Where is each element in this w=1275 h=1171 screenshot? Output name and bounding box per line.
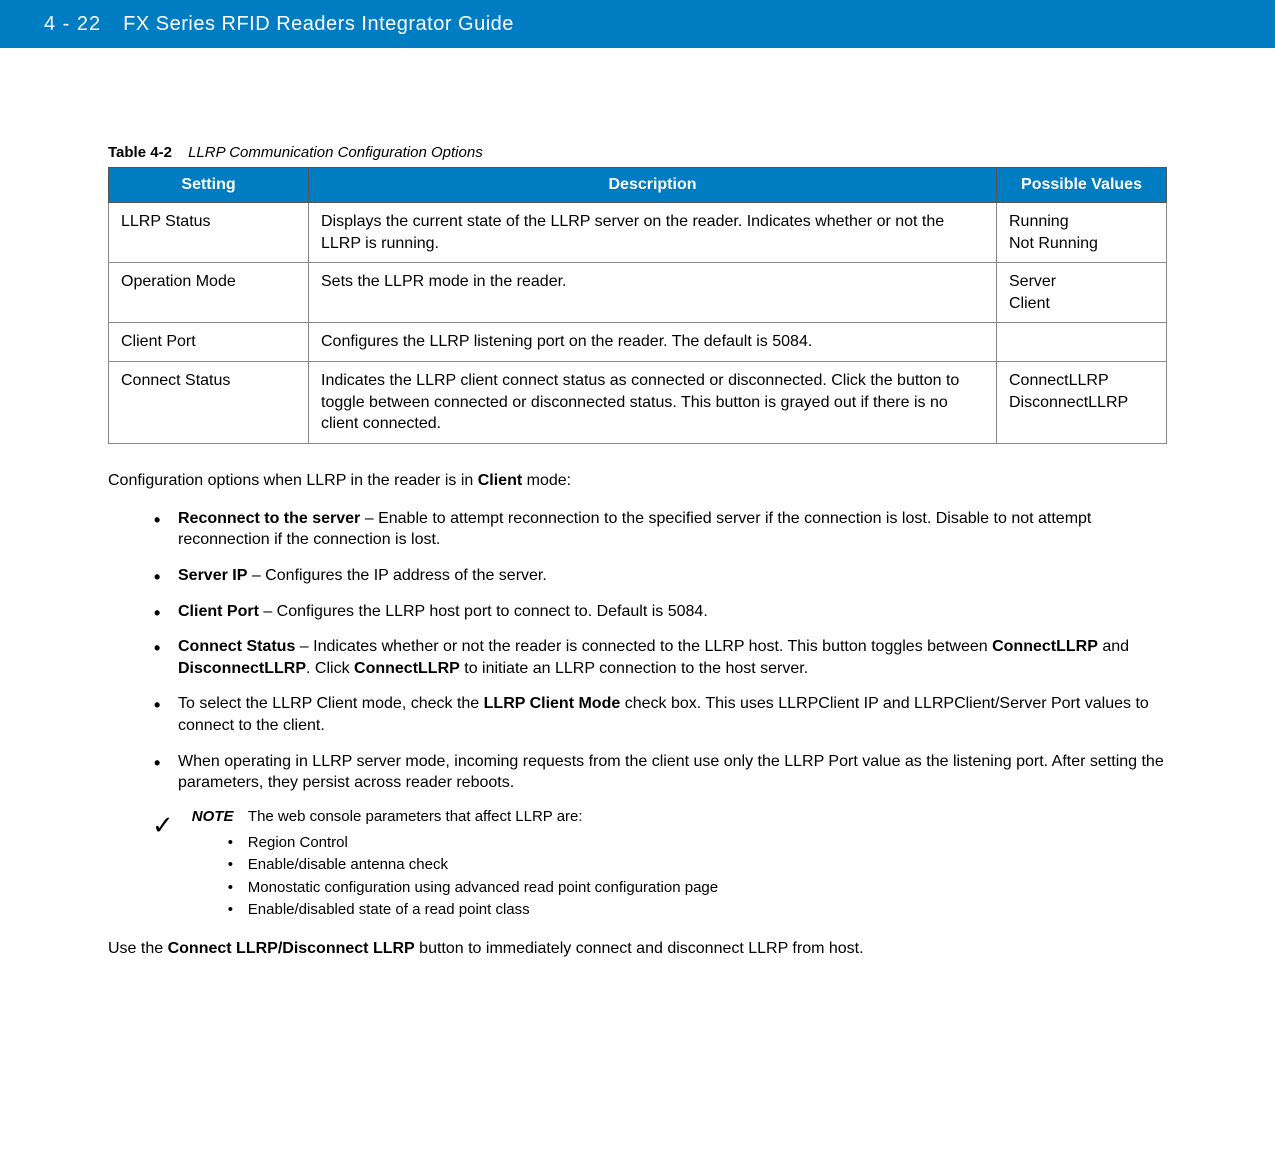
cell-description: Indicates the LLRP client connect status… — [309, 361, 997, 443]
bullet-lead: Client Port — [178, 603, 259, 620]
table-row: LLRP StatusDisplays the current state of… — [109, 203, 1167, 263]
cell-values: RunningNot Running — [997, 203, 1167, 263]
closing-bold: Connect LLRP/Disconnect LLRP — [168, 940, 415, 957]
note-item: Monostatic configuration using advanced … — [228, 877, 1167, 900]
bullet-part: ConnectLLRP — [992, 638, 1098, 655]
note-item: Enable/disable antenna check — [228, 854, 1167, 877]
page-number: 4 - 22 — [44, 13, 101, 36]
table-row: Operation ModeSets the LLPR mode in the … — [109, 263, 1167, 323]
closing-prefix: Use the — [108, 940, 168, 957]
table-header-row: Setting Description Possible Values — [109, 168, 1167, 203]
note-body: NOTE The web console parameters that aff… — [192, 808, 1167, 922]
cell-setting: Client Port — [109, 323, 309, 362]
intro-prefix: Configuration options when LLRP in the r… — [108, 472, 478, 489]
list-item: When operating in LLRP server mode, inco… — [154, 751, 1167, 794]
value-option: Server — [1009, 271, 1154, 293]
col-header-description: Description — [309, 168, 997, 203]
bullet-part: DisconnectLLRP — [178, 660, 306, 677]
cell-setting: Operation Mode — [109, 263, 309, 323]
bullet-lead: Reconnect to the server — [178, 510, 360, 527]
cell-values: ServerClient — [997, 263, 1167, 323]
value-option: DisconnectLLRP — [1009, 392, 1154, 414]
bullet-part: LLRP Client Mode — [484, 695, 621, 712]
cell-description: Displays the current state of the LLRP s… — [309, 203, 997, 263]
bullet-part: – Indicates whether or not the reader is… — [295, 638, 992, 655]
table-number: Table 4-2 — [108, 144, 172, 161]
page-content: Table 4-2 LLRP Communication Configurati… — [0, 48, 1275, 998]
bullet-part: . Click — [306, 660, 354, 677]
bullet-part: To select the LLRP Client mode, check th… — [178, 695, 484, 712]
cell-setting: LLRP Status — [109, 203, 309, 263]
closing-suffix: button to immediately connect and discon… — [415, 940, 864, 957]
bullet-lead: Connect Status — [178, 638, 295, 655]
value-option: Client — [1009, 293, 1154, 315]
bullet-rest: – Configures the LLRP host port to conne… — [259, 603, 708, 620]
closing-line: Use the Connect LLRP/Disconnect LLRP but… — [108, 940, 1167, 958]
intro-bold: Client — [478, 472, 522, 489]
value-option: Running — [1009, 211, 1154, 233]
bullet-part: to initiate an LLRP connection to the ho… — [460, 660, 808, 677]
checkmark-icon: ✓ — [152, 810, 174, 841]
page-header: 4 - 22 FX Series RFID Readers Integrator… — [0, 0, 1275, 48]
cell-setting: Connect Status — [109, 361, 309, 443]
cell-description: Sets the LLPR mode in the reader. — [309, 263, 997, 323]
bullet-lead: Server IP — [178, 567, 247, 584]
cell-description: Configures the LLRP listening port on th… — [309, 323, 997, 362]
llrp-config-table: Setting Description Possible Values LLRP… — [108, 167, 1167, 444]
list-item: To select the LLRP Client mode, check th… — [154, 693, 1167, 736]
col-header-values: Possible Values — [997, 168, 1167, 203]
value-option: Not Running — [1009, 233, 1154, 255]
table-row: Connect StatusIndicates the LLRP client … — [109, 361, 1167, 443]
note-lead: The web console parameters that affect L… — [248, 808, 583, 825]
note-label: NOTE — [192, 808, 234, 825]
list-item: Connect Status – Indicates whether or no… — [154, 636, 1167, 679]
guide-title: FX Series RFID Readers Integrator Guide — [123, 13, 514, 36]
col-header-setting: Setting — [109, 168, 309, 203]
list-item: Server IP – Configures the IP address of… — [154, 565, 1167, 587]
cell-values — [997, 323, 1167, 362]
intro-suffix: mode: — [522, 472, 571, 489]
note-items: Region ControlEnable/disable antenna che… — [192, 832, 1167, 922]
client-mode-bullets: Reconnect to the server – Enable to atte… — [108, 508, 1167, 794]
list-item: Reconnect to the server – Enable to atte… — [154, 508, 1167, 551]
table-caption: Table 4-2 LLRP Communication Configurati… — [108, 144, 1167, 161]
value-option: ConnectLLRP — [1009, 370, 1154, 392]
table-row: Client PortConfigures the LLRP listening… — [109, 323, 1167, 362]
client-mode-intro: Configuration options when LLRP in the r… — [108, 472, 1167, 490]
cell-values: ConnectLLRPDisconnectLLRP — [997, 361, 1167, 443]
note-item: Region Control — [228, 832, 1167, 855]
bullet-part: and — [1098, 638, 1129, 655]
note-item: Enable/disabled state of a read point cl… — [228, 899, 1167, 922]
bullet-rest: – Configures the IP address of the serve… — [247, 567, 546, 584]
bullet-part: ConnectLLRP — [354, 660, 460, 677]
table-title: LLRP Communication Configuration Options — [188, 144, 483, 161]
note-block: ✓ NOTE The web console parameters that a… — [152, 808, 1167, 922]
list-item: Client Port – Configures the LLRP host p… — [154, 601, 1167, 623]
